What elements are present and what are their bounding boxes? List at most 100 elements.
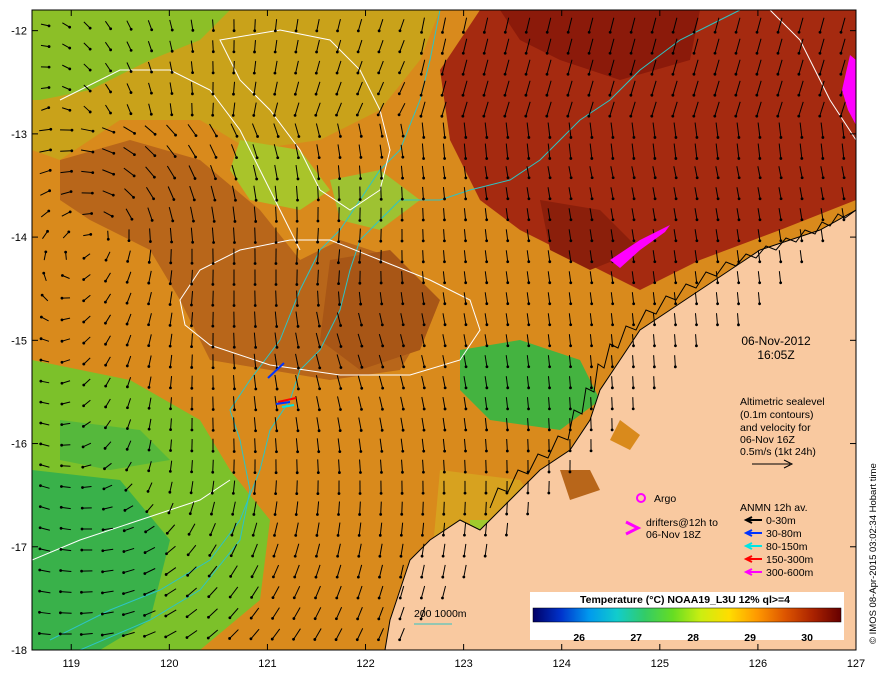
velocity-arrowhead [506, 302, 510, 306]
velocity-arrowhead [191, 28, 195, 32]
velocity-arrowhead [314, 71, 318, 75]
velocity-arrowhead [800, 260, 804, 264]
velocity-arrowhead [192, 198, 196, 202]
velocity-arrowhead [821, 176, 825, 180]
velocity-arrowhead [506, 239, 510, 243]
velocity-arrowhead [359, 156, 363, 159]
velocity-arrowhead [568, 407, 572, 411]
lat-tick-label: -15 [11, 335, 27, 347]
velocity-arrowhead [503, 93, 507, 97]
velocity-arrowhead [671, 51, 675, 55]
velocity-arrowhead [485, 449, 488, 453]
velocity-arrowhead [82, 278, 86, 281]
velocity-arrowhead [316, 261, 319, 265]
velocity-arrowhead [485, 302, 489, 306]
velocity-arrowhead [483, 554, 487, 558]
velocity-arrowhead [377, 617, 381, 621]
velocity-arrowhead [524, 51, 528, 55]
velocity-arrowhead [59, 547, 63, 551]
velocity-arrowhead [80, 590, 83, 594]
velocity-arrowhead [399, 554, 403, 558]
velocity-arrowhead [419, 93, 423, 97]
velocity-arrowhead [377, 596, 381, 600]
velocity-arrowhead [170, 49, 174, 53]
velocity-arrowhead [275, 346, 279, 349]
velocity-arrowhead [168, 490, 172, 494]
velocity-arrowhead [842, 197, 846, 201]
velocity-arrowhead [211, 113, 215, 117]
velocity-arrowhead [443, 239, 446, 243]
drifters-line-1: drifters@12h to [646, 517, 718, 529]
velocity-arrowhead [38, 610, 41, 614]
velocity-arrowhead [674, 136, 678, 139]
velocity-arrowhead [776, 51, 780, 55]
velocity-arrowhead [214, 177, 217, 181]
lon-tick-label: 122 [356, 658, 374, 670]
velocity-arrowhead [734, 93, 738, 97]
velocity-arrowhead [59, 590, 62, 594]
velocity-arrowhead [360, 407, 363, 411]
velocity-arrowhead [231, 512, 235, 516]
velocity-arrow [632, 376, 634, 388]
velocity-arrowhead [650, 93, 654, 97]
velocity-arrowhead [482, 93, 486, 97]
velocity-arrowhead [190, 449, 194, 453]
velocity-arrowhead [547, 428, 551, 432]
velocity-arrowhead [674, 218, 678, 222]
velocity-arrowhead [210, 512, 213, 516]
velocity-arrowhead [211, 283, 215, 286]
velocity-arrowhead [360, 323, 363, 327]
velocity-arrowhead [422, 323, 426, 327]
velocity-arrowhead [316, 282, 320, 286]
velocity-arrowhead [653, 218, 657, 222]
velocity-arrowhead [125, 447, 129, 451]
velocity-arrowhead [398, 596, 402, 600]
velocity-arrowhead [797, 30, 801, 34]
velocity-arrowhead [611, 176, 615, 180]
velocity-arrowhead [101, 591, 104, 595]
velocity-arrowhead [168, 282, 172, 286]
velocity-arrowhead [233, 241, 236, 244]
velocity-arrowhead [294, 50, 298, 54]
velocity-arrowhead [569, 239, 573, 243]
velocity-arrowhead [47, 65, 51, 69]
velocity-arrowhead [295, 492, 299, 496]
velocity-arrowhead [674, 323, 677, 327]
velocity-arrowhead [398, 71, 401, 75]
velocity-arrowhead [527, 218, 531, 222]
velocity-arrowhead [737, 323, 740, 327]
velocity-arrowhead [734, 51, 738, 55]
velocity-arrowhead [133, 153, 136, 156]
velocity-arrowhead [233, 387, 236, 391]
velocity-arrowhead [653, 323, 656, 327]
velocity-arrowhead [527, 197, 531, 201]
velocity-arrowhead [401, 176, 404, 180]
velocity-arrowhead [800, 176, 804, 180]
velocity-arrowhead [234, 177, 238, 181]
velocity-arrowhead [800, 157, 804, 160]
velocity-arrowhead [273, 533, 276, 537]
velocity-arrowhead [524, 72, 528, 76]
velocity-arrowhead [356, 29, 360, 33]
velocity-arrowhead [68, 210, 72, 214]
velocity-arrowhead [506, 323, 510, 327]
velocity-arrowhead [39, 337, 43, 341]
velocity-arrowhead [211, 71, 215, 75]
colorbar-tick-label: 30 [801, 632, 813, 644]
velocity-arrowhead [169, 386, 172, 390]
velocity-arrowhead [276, 156, 280, 160]
velocity-arrowhead [611, 302, 615, 306]
velocity-arrowhead [461, 72, 465, 76]
velocity-arrow [296, 248, 298, 264]
velocity-arrowhead [716, 157, 720, 160]
velocity-arrowhead [38, 589, 41, 593]
velocity-arrowhead [713, 114, 717, 118]
velocity-arrowhead [443, 428, 447, 432]
velocity-arrowhead [818, 72, 822, 76]
velocity-arrowhead [485, 281, 489, 285]
velocity-arrowhead [506, 386, 510, 390]
velocity-arrowhead [421, 260, 425, 264]
velocity-arrowhead [91, 129, 95, 133]
velocity-arrowhead [79, 633, 83, 636]
velocity-arrowhead [818, 30, 822, 34]
